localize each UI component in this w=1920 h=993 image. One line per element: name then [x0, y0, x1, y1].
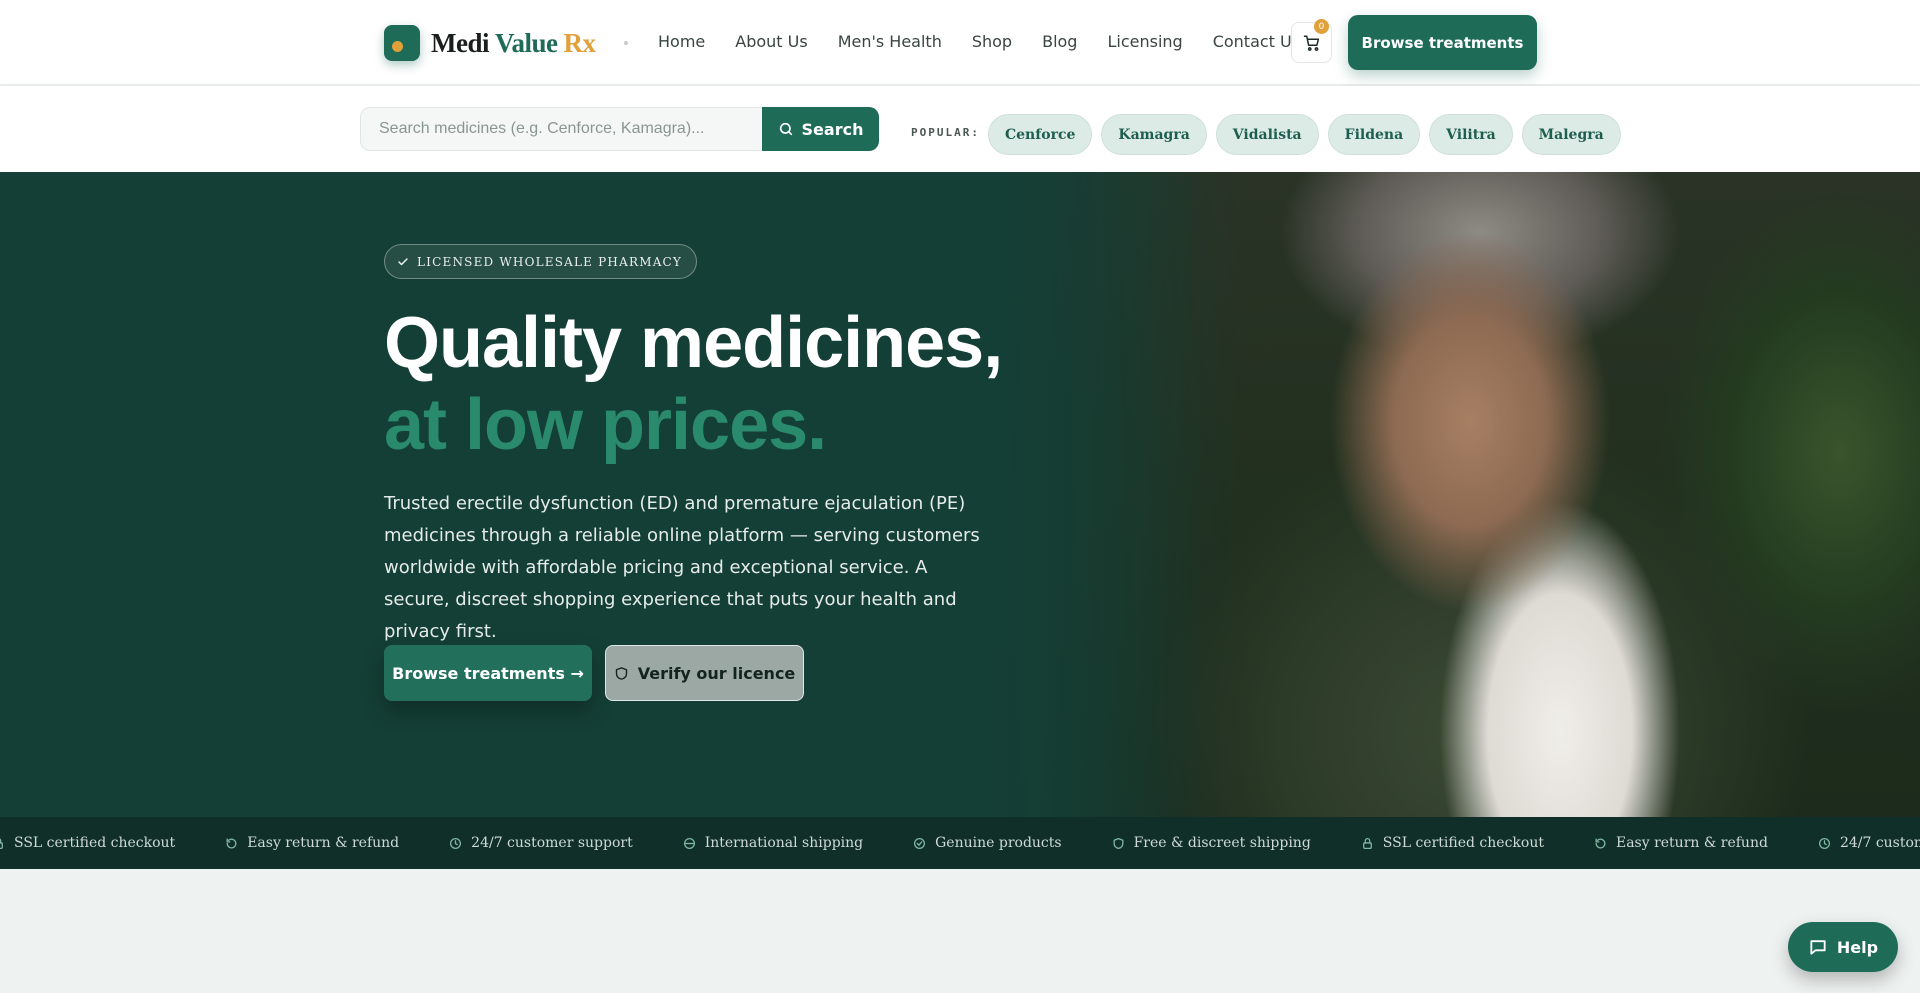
ticker-item: Easy return & refund: [1594, 835, 1768, 851]
brand-part-value: Value: [495, 27, 558, 58]
ticker-label: Easy return & refund: [1615, 835, 1768, 851]
nav-licensing[interactable]: Licensing: [1107, 32, 1182, 51]
hero-headline-line2: at low prices.: [384, 385, 827, 465]
logo-mark-icon: [384, 25, 420, 61]
check-icon: [398, 257, 408, 265]
nav-home[interactable]: Home: [658, 32, 705, 51]
nav-shop[interactable]: Shop: [972, 32, 1012, 51]
popular-chip-cenforce[interactable]: Cenforce: [988, 114, 1093, 155]
browse-treatments-header-button[interactable]: Browse treatments: [1348, 15, 1537, 70]
refresh-icon: [226, 838, 237, 848]
cart-count-badge: 0: [1314, 19, 1329, 34]
site-logo[interactable]: Medi Value Rx: [384, 25, 596, 61]
ticker-label: 24/7 customer support: [471, 835, 633, 851]
globe-icon: [683, 837, 695, 849]
search-button[interactable]: Search: [762, 107, 879, 151]
refresh-icon: [1595, 838, 1606, 848]
check-circle-icon: [914, 837, 926, 849]
brand-part-medi: Medi: [431, 27, 490, 58]
ticker-item: SSL certified checkout: [0, 835, 175, 851]
ticker-label: SSL certified checkout: [1382, 835, 1544, 851]
search-button-label: Search: [801, 119, 864, 139]
ticker-label: SSL certified checkout: [14, 835, 176, 851]
popular-chip-vilitra[interactable]: Vilitra: [1429, 114, 1513, 155]
ticker-label: Free & discreet shipping: [1133, 835, 1311, 851]
ticker-item: International shipping: [683, 835, 863, 851]
popular-chip-malegra[interactable]: Malegra: [1521, 114, 1621, 155]
clock-icon: [1818, 837, 1830, 849]
nav-contact-us[interactable]: Contact Us: [1213, 32, 1300, 51]
nav-about-us[interactable]: About Us: [735, 32, 807, 51]
popular-chips: Cenforce Kamagra Vidalista Fildena Vilit…: [988, 114, 1630, 155]
nav-mens-health[interactable]: Men's Health: [838, 32, 942, 51]
popular-label: POPULAR:: [911, 126, 980, 139]
popular-chip-fildena[interactable]: Fildena: [1327, 114, 1421, 155]
ticker-track: SSL certified checkout Easy return & ref…: [0, 817, 1920, 869]
licensed-badge-label: LICENSED WHOLESALE PHARMACY: [417, 254, 683, 269]
ticker-label: Easy return & refund: [247, 835, 400, 851]
hero-headline-line1: Quality medicines,: [384, 303, 1003, 383]
brand-part-rx: Rx: [563, 27, 597, 58]
verify-licence-button[interactable]: Verify our licence: [605, 645, 804, 701]
ticker-label: International shipping: [704, 835, 864, 851]
clock-icon: [450, 837, 462, 849]
nav-blog[interactable]: Blog: [1042, 32, 1077, 51]
ticker-item: Genuine products: [913, 835, 1062, 851]
main-nav: Home About Us Men's Health Shop Blog Lic…: [658, 32, 1330, 51]
lock-icon: [1362, 837, 1372, 849]
ticker-item: SSL certified checkout: [1361, 835, 1544, 851]
shield-icon: [615, 666, 627, 680]
nav-divider-dot: [624, 41, 628, 45]
ticker-label: Genuine products: [935, 835, 1062, 851]
licensed-badge: LICENSED WHOLESALE PHARMACY: [384, 244, 698, 279]
shield-icon: [1113, 837, 1124, 849]
ticker-item: 24/7 customer support: [1818, 835, 1920, 851]
ticker-label: 24/7 customer support: [1839, 835, 1920, 851]
hero-section: LICENSED WHOLESALE PHARMACY Quality medi…: [0, 172, 1920, 817]
popular-chip-kamagra[interactable]: Kamagra: [1101, 114, 1207, 155]
popular-chip-vidalista[interactable]: Vidalista: [1215, 114, 1319, 155]
brand-name: Medi Value Rx: [431, 28, 596, 59]
help-chat-button[interactable]: Help: [1788, 922, 1898, 972]
ticker-item: Free & discreet shipping: [1112, 835, 1311, 851]
site-header: Medi Value Rx Home About Us Men's Health S…: [0, 0, 1920, 85]
search-icon: [779, 122, 792, 136]
cart-icon: [1303, 35, 1319, 51]
ticker-item: 24/7 customer support: [449, 835, 633, 851]
trust-ticker: SSL certified checkout Easy return & ref…: [0, 817, 1920, 869]
hero-description: Trusted erectile dysfunction (ED) and pr…: [384, 493, 980, 642]
lock-icon: [0, 837, 3, 849]
chat-bubble-icon: [1810, 940, 1826, 955]
ticker-item: Easy return & refund: [225, 835, 399, 851]
help-label: Help: [1836, 937, 1879, 957]
cart-button[interactable]: 0: [1291, 19, 1332, 63]
browse-treatments-button[interactable]: Browse treatments →: [384, 645, 592, 701]
search-form: Search: [360, 107, 879, 151]
search-input[interactable]: [360, 107, 762, 151]
search-bar-row: Search POPULAR: Cenforce Kamagra Vidalis…: [0, 86, 1920, 172]
verify-licence-label: Verify our licence: [637, 663, 796, 683]
